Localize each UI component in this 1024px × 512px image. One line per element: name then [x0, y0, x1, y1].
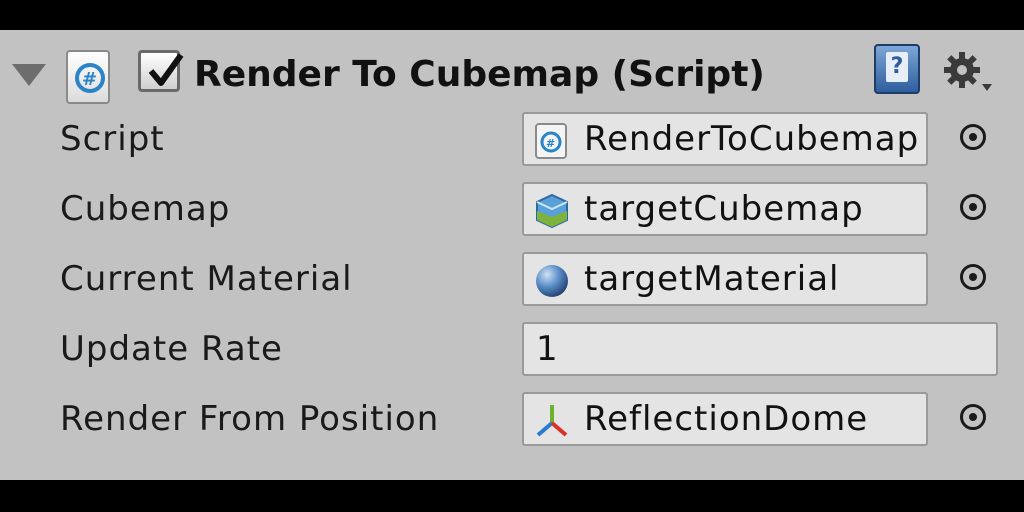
svg-text:#: # [546, 137, 555, 150]
property-row-cubemap: Cubemap targetCubemap [0, 176, 1024, 242]
help-question-mark: ? [886, 52, 908, 82]
property-label: Update Rate [60, 329, 283, 369]
update-rate-input[interactable]: 1 [522, 322, 998, 376]
field-value: targetCubemap [584, 189, 864, 229]
material-sphere-icon [534, 263, 570, 299]
transform-object-field[interactable]: ReflectionDome [522, 392, 928, 446]
property-row-update-rate: Update Rate 1 [0, 316, 1024, 382]
cubemap-object-field[interactable]: targetCubemap [522, 182, 928, 236]
field-value: RenderToCubemap [584, 119, 920, 159]
enabled-checkbox[interactable] [138, 50, 184, 92]
object-picker-icon[interactable] [960, 264, 986, 290]
transform-axes-icon [534, 403, 570, 439]
foldout-triangle-icon[interactable] [12, 64, 46, 86]
property-row-script: Script # RenderToCubemap [0, 106, 1024, 172]
property-label: Current Material [60, 259, 353, 299]
cs-script-icon: # [534, 123, 570, 159]
material-object-field[interactable]: targetMaterial [522, 252, 928, 306]
help-book-icon[interactable]: ? [874, 44, 920, 94]
cubemap-icon [534, 193, 570, 229]
field-value: ReflectionDome [584, 399, 869, 439]
property-label: Script [60, 119, 165, 159]
field-value: targetMaterial [584, 259, 840, 299]
cs-script-icon: # [66, 50, 110, 104]
inspector-component-panel: # Render To Cubemap (Script) ? Script # … [0, 30, 1024, 480]
property-row-render-from-position: Render From Position ReflectionDome [0, 386, 1024, 452]
script-object-field[interactable]: # RenderToCubemap [522, 112, 928, 166]
property-label: Cubemap [60, 189, 231, 229]
field-value: 1 [536, 329, 559, 369]
object-picker-icon[interactable] [960, 404, 986, 430]
gear-icon[interactable] [942, 50, 996, 104]
svg-text:#: # [82, 69, 97, 90]
object-picker-icon[interactable] [960, 194, 986, 220]
property-label: Render From Position [60, 399, 440, 439]
component-title: Render To Cubemap (Script) [194, 54, 765, 95]
property-row-current-material: Current Material targetMaterial [0, 246, 1024, 312]
object-picker-icon[interactable] [960, 124, 986, 150]
